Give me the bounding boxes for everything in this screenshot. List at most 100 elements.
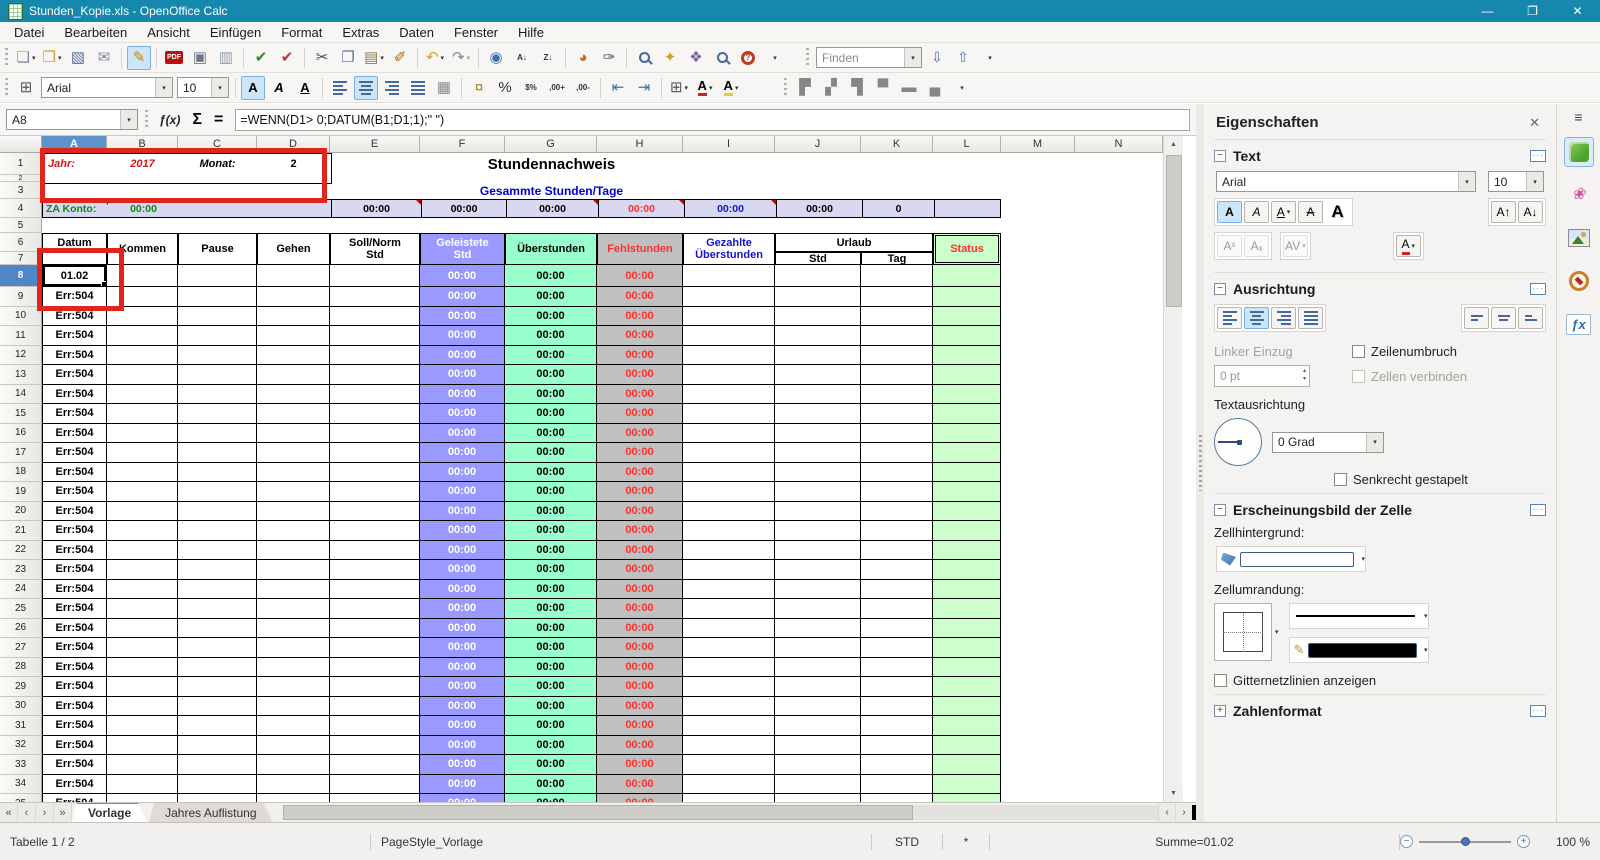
- align-left-button[interactable]: [328, 76, 352, 100]
- cell-i23[interactable]: [683, 560, 775, 580]
- row-header-20[interactable]: 20: [0, 501, 42, 521]
- cell-e30[interactable]: [330, 696, 420, 716]
- row-header-6[interactable]: 6: [0, 233, 42, 252]
- cell-j15[interactable]: [775, 404, 861, 424]
- cell-k19[interactable]: [861, 482, 933, 502]
- cell-d12[interactable]: [257, 345, 330, 365]
- cell-c19[interactable]: [178, 482, 257, 502]
- header-status[interactable]: Status: [933, 233, 1001, 265]
- cell-c33[interactable]: [178, 755, 257, 775]
- cell-e12[interactable]: [330, 345, 420, 365]
- cell-l30[interactable]: [933, 696, 1001, 716]
- cell-f28[interactable]: 00:00: [420, 657, 505, 677]
- collapse-icon[interactable]: −: [1214, 504, 1226, 516]
- row-header-31[interactable]: 31: [0, 716, 42, 736]
- cell-h10[interactable]: 00:00: [597, 306, 683, 326]
- cell-d33[interactable]: [257, 755, 330, 775]
- zoom-track[interactable]: [1419, 836, 1511, 846]
- format-percent-button[interactable]: %: [493, 76, 517, 100]
- align-right-button[interactable]: [380, 76, 404, 100]
- close-button[interactable]: ✕: [1555, 0, 1600, 22]
- align-center-button[interactable]: [354, 75, 378, 100]
- cell-d11[interactable]: [257, 326, 330, 346]
- cell-h34[interactable]: 00:00: [597, 774, 683, 794]
- cell-a31[interactable]: Err:504: [42, 716, 107, 736]
- page-style-status[interactable]: PageStyle_Vorlage: [371, 835, 871, 849]
- cell-f34[interactable]: 00:00: [420, 774, 505, 794]
- cell-d27[interactable]: [257, 638, 330, 658]
- cell-g8[interactable]: 00:00: [505, 265, 597, 287]
- cell-i20[interactable]: [683, 501, 775, 521]
- cell-f23[interactable]: 00:00: [420, 560, 505, 580]
- cell-l35[interactable]: [933, 794, 1001, 802]
- cell-k17[interactable]: [861, 443, 933, 463]
- cell-j31[interactable]: [775, 716, 861, 736]
- functions-tab-icon[interactable]: ƒx: [1564, 309, 1594, 339]
- collapse-icon[interactable]: −: [1214, 283, 1226, 295]
- shadow-button[interactable]: A: [1325, 201, 1350, 223]
- cell-h27[interactable]: 00:00: [597, 638, 683, 658]
- increase-font-button[interactable]: A↑: [1491, 201, 1516, 223]
- cell-a28[interactable]: Err:504: [42, 657, 107, 677]
- chevron-down-icon[interactable]: ▾: [1275, 628, 1279, 636]
- cell-e14[interactable]: [330, 384, 420, 404]
- cell-f18[interactable]: 00:00: [420, 462, 505, 482]
- cell-i15[interactable]: [683, 404, 775, 424]
- cell-h15[interactable]: 00:00: [597, 404, 683, 424]
- row-header-5[interactable]: 5: [0, 218, 42, 233]
- row-header-14[interactable]: 14: [0, 384, 42, 404]
- cell-i9[interactable]: [683, 287, 775, 307]
- cell-j16[interactable]: [775, 423, 861, 443]
- border-preset-button[interactable]: [1214, 603, 1272, 661]
- cell-g10[interactable]: 00:00: [505, 306, 597, 326]
- strikethrough-button[interactable]: A: [1298, 201, 1323, 223]
- column-header-b[interactable]: B: [107, 136, 178, 153]
- cell-a27[interactable]: Err:504: [42, 638, 107, 658]
- spreadsheet-grid[interactable]: A B C D E F G H I J K L M N 1 Jahr: 2017 Monat: 2 Stundenna…: [0, 136, 1163, 802]
- italic-button[interactable]: A: [267, 76, 291, 100]
- cell-h11[interactable]: 00:00: [597, 326, 683, 346]
- cell-a21[interactable]: Err:504: [42, 521, 107, 541]
- chevron-down-icon[interactable]: ▾: [32, 54, 36, 62]
- cell-k10[interactable]: [861, 306, 933, 326]
- line-style-button[interactable]: ▾: [1288, 603, 1429, 629]
- cell-e23[interactable]: [330, 560, 420, 580]
- header-urlaub[interactable]: Urlaub: [775, 233, 933, 252]
- cell-g14[interactable]: 00:00: [505, 384, 597, 404]
- cell-f12[interactable]: 00:00: [420, 345, 505, 365]
- chevron-down-icon[interactable]: ▾: [1458, 172, 1475, 191]
- header-soll-norm-std[interactable]: Soll/Norm Std: [330, 233, 420, 265]
- sheet-nav-next-button[interactable]: ›: [36, 803, 54, 822]
- cell-f22[interactable]: 00:00: [420, 540, 505, 560]
- cell-i29[interactable]: [683, 677, 775, 697]
- cell-c29[interactable]: [178, 677, 257, 697]
- cell-f15[interactable]: 00:00: [420, 404, 505, 424]
- cell-c22[interactable]: [178, 540, 257, 560]
- cell-b23[interactable]: [107, 560, 178, 580]
- cell-a29[interactable]: Err:504: [42, 677, 107, 697]
- cell-l20[interactable]: [933, 501, 1001, 521]
- cell-b14[interactable]: [107, 384, 178, 404]
- cell-l15[interactable]: [933, 404, 1001, 424]
- cell-d26[interactable]: [257, 618, 330, 638]
- cell-d8[interactable]: [257, 265, 330, 287]
- vertical-scroll-thumb[interactable]: [1166, 155, 1182, 307]
- cell-c12[interactable]: [178, 345, 257, 365]
- row-header-2[interactable]: 2: [0, 175, 42, 182]
- cell-c1[interactable]: Monat:: [178, 153, 257, 175]
- cell-k15[interactable]: [861, 404, 933, 424]
- cell-g16[interactable]: 00:00: [505, 423, 597, 443]
- cell-k8[interactable]: [861, 265, 933, 287]
- cell-g21[interactable]: 00:00: [505, 521, 597, 541]
- cell-b27[interactable]: [107, 638, 178, 658]
- cell-i32[interactable]: [683, 735, 775, 755]
- decrease-indent-button[interactable]: ⇤: [606, 76, 630, 100]
- cell-a30[interactable]: Err:504: [42, 696, 107, 716]
- cell-h28[interactable]: 00:00: [597, 657, 683, 677]
- horizontal-scrollbar[interactable]: [282, 805, 1158, 820]
- header-gezahlte-ueberstunden[interactable]: Gezahlte Überstunden: [683, 233, 775, 265]
- align-justify-button[interactable]: [406, 76, 430, 100]
- cell-h12[interactable]: 00:00: [597, 345, 683, 365]
- cell-i26[interactable]: [683, 618, 775, 638]
- cell-a3[interactable]: [42, 182, 420, 199]
